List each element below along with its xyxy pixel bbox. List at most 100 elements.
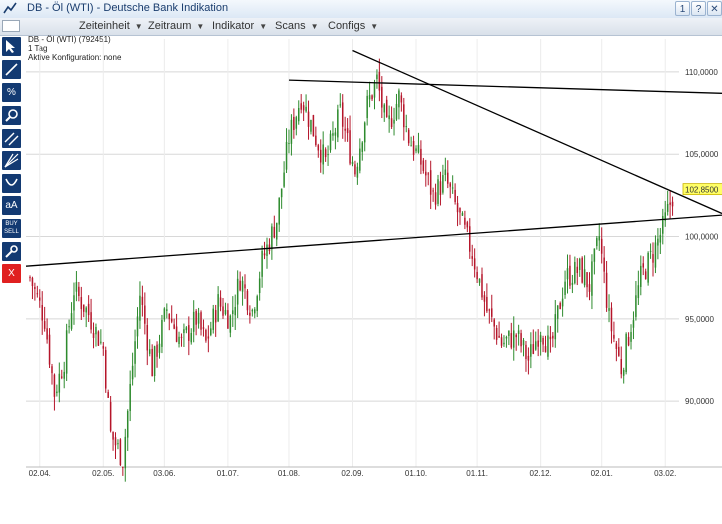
- candle-body: [540, 335, 542, 342]
- text-tool-button[interactable]: aA: [2, 196, 21, 215]
- candle-body: [76, 282, 78, 292]
- candle-body: [354, 164, 356, 174]
- pointer-tool-button[interactable]: [2, 37, 21, 56]
- candle-body: [249, 313, 251, 316]
- candle-body: [393, 120, 395, 124]
- candle-body: [85, 308, 87, 313]
- candle-body: [542, 338, 544, 345]
- candle-body: [569, 266, 571, 286]
- candle-body: [117, 443, 119, 444]
- candle-body: [261, 251, 263, 277]
- candle-body: [572, 283, 574, 285]
- candle-body: [230, 316, 232, 333]
- candle-body: [340, 104, 342, 105]
- fan-lines-icon: [2, 151, 21, 170]
- candle-body: [59, 374, 61, 393]
- fan-tool-button[interactable]: [2, 151, 21, 170]
- candle-body: [281, 189, 283, 198]
- menu-scans[interactable]: Scans▼: [275, 20, 319, 32]
- candle-body: [650, 251, 652, 252]
- help-button[interactable]: ?: [691, 1, 706, 16]
- percent-tool-button[interactable]: %: [2, 83, 21, 102]
- sell-label: SELL: [2, 228, 21, 236]
- candle-body: [125, 437, 127, 468]
- candle-body: [586, 272, 588, 287]
- candle-body: [618, 347, 620, 356]
- candle-body: [596, 238, 598, 246]
- time-axis-label: 01.08.: [278, 469, 300, 478]
- chevron-down-icon: ▼: [311, 22, 319, 31]
- candle-body: [613, 335, 615, 339]
- candle-body: [54, 375, 56, 397]
- candle-body: [39, 298, 41, 301]
- candle-body: [337, 109, 339, 137]
- channel-tool-button[interactable]: [2, 129, 21, 148]
- candle-body: [227, 310, 229, 329]
- candle-body: [193, 312, 195, 332]
- arc-tool-button[interactable]: [2, 174, 21, 193]
- candle-body: [525, 345, 527, 359]
- candle-body: [657, 239, 659, 246]
- menu-zeiteinheit[interactable]: Zeiteinheit ▼: [79, 20, 143, 32]
- candle-body: [496, 328, 498, 340]
- candle-body: [254, 309, 256, 313]
- candle-body: [166, 309, 168, 311]
- candle-body: [322, 144, 324, 164]
- candle-body: [90, 312, 92, 329]
- candle-body: [105, 350, 107, 388]
- candle-body: [37, 293, 39, 294]
- candle-body: [44, 321, 46, 329]
- candle-body: [63, 372, 65, 379]
- menu-zeitraum[interactable]: Zeitraum▼: [148, 20, 204, 32]
- candle-body: [344, 129, 346, 131]
- cursor-arrow-icon: [2, 37, 21, 56]
- chevron-down-icon: ▼: [370, 22, 378, 31]
- candle-body: [640, 266, 642, 287]
- candle-body: [315, 136, 317, 145]
- price-chart[interactable]: 110,0000105,0000100,000095,000090,000002…: [24, 35, 722, 501]
- candle-body: [156, 345, 158, 357]
- candle-body: [508, 331, 510, 336]
- candle-body: [662, 216, 664, 234]
- chevron-down-icon: ▼: [135, 22, 143, 31]
- candle-body: [449, 183, 451, 186]
- menu-label: Zeiteinheit: [79, 20, 130, 32]
- delete-drawings-button[interactable]: X: [2, 264, 21, 283]
- candle-body: [237, 279, 239, 305]
- symbol-search-input[interactable]: [2, 20, 20, 32]
- candle-body: [486, 297, 488, 311]
- candle-body: [222, 306, 224, 315]
- candle-body: [173, 324, 175, 328]
- settings-tool-button[interactable]: [2, 242, 21, 261]
- candle-body: [464, 218, 466, 225]
- candle-body: [489, 309, 491, 310]
- close-button[interactable]: ✕: [707, 1, 722, 16]
- candle-body: [369, 95, 371, 99]
- candle-body: [672, 202, 674, 207]
- candle-body: [51, 366, 53, 373]
- candle-body: [555, 314, 557, 339]
- menu-indikator[interactable]: Indikator▼: [212, 20, 267, 32]
- trendline-tool-button[interactable]: [2, 60, 21, 79]
- candle-body: [401, 95, 403, 102]
- candle-body: [594, 249, 596, 262]
- zoom-tool-button[interactable]: [2, 106, 21, 125]
- candle-body: [545, 346, 547, 352]
- buy-sell-button[interactable]: BUY SELL: [2, 219, 21, 238]
- window-number-badge[interactable]: 1: [675, 1, 690, 16]
- candle-body: [81, 297, 83, 309]
- menu-label: Configs: [328, 20, 365, 32]
- chevron-down-icon: ▼: [196, 22, 204, 31]
- candle-body: [447, 173, 449, 184]
- candle-body: [46, 328, 48, 339]
- candle-body: [300, 103, 302, 109]
- candle-body: [579, 259, 581, 270]
- candle-body: [56, 392, 58, 393]
- drawing-toolbar: % aA BUY SELL X: [0, 58, 24, 524]
- menu-configs[interactable]: Configs ▼: [328, 20, 378, 32]
- candle-body: [164, 308, 166, 319]
- candle-body: [357, 167, 359, 178]
- candle-body: [374, 83, 376, 98]
- candle-body: [633, 320, 635, 328]
- candle-body: [616, 343, 618, 349]
